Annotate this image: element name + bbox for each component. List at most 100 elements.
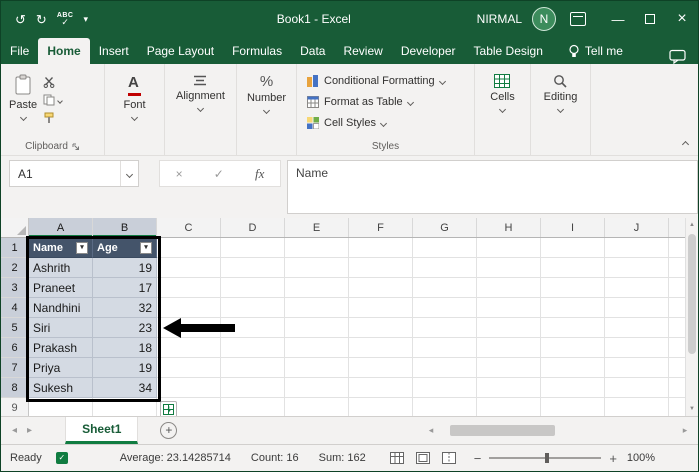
cell-d4[interactable]	[221, 298, 285, 318]
row-header-8[interactable]: 8	[1, 378, 29, 398]
cell-g7[interactable]	[413, 358, 477, 378]
cell-b2[interactable]: 19	[93, 258, 157, 278]
filter-button[interactable]: ▾	[76, 241, 88, 254]
ribbon-display-options-icon[interactable]	[570, 12, 586, 26]
tab-developer[interactable]: Developer	[392, 38, 465, 64]
horizontal-scrollbar[interactable]: ◂ ▸	[424, 422, 692, 438]
editing-dropdown-icon[interactable]	[556, 105, 565, 114]
cell-h8[interactable]	[477, 378, 541, 398]
cell-e2[interactable]	[285, 258, 349, 278]
cell-j5[interactable]	[605, 318, 669, 338]
cell-f8[interactable]	[349, 378, 413, 398]
row-header-5[interactable]: 5	[1, 318, 29, 338]
clipboard-dialog-launcher-icon[interactable]	[72, 143, 80, 151]
cell-g3[interactable]	[413, 278, 477, 298]
page-layout-view-icon[interactable]	[415, 452, 430, 464]
tab-insert[interactable]: Insert	[90, 38, 138, 64]
cell-j7[interactable]	[605, 358, 669, 378]
cell-h4[interactable]	[477, 298, 541, 318]
cell-a9[interactable]	[29, 398, 93, 416]
page-break-view-icon[interactable]	[441, 452, 456, 464]
conditional-formatting-button[interactable]: Conditional Formatting	[307, 70, 446, 91]
cell-f7[interactable]	[349, 358, 413, 378]
scroll-left-icon[interactable]: ◂	[424, 425, 438, 436]
number-group[interactable]: % Number	[237, 64, 297, 155]
cell-h5[interactable]	[477, 318, 541, 338]
cell-b3[interactable]: 17	[93, 278, 157, 298]
filter-button[interactable]: ▾	[140, 241, 152, 254]
cell-j6[interactable]	[605, 338, 669, 358]
sheet-nav-left-icon[interactable]: ◂	[7, 425, 22, 436]
tab-file[interactable]: File	[1, 38, 38, 64]
scroll-right-icon[interactable]: ▸	[678, 425, 692, 436]
cell-j9[interactable]	[605, 398, 669, 416]
cell-f1[interactable]	[349, 238, 413, 258]
cell-h7[interactable]	[477, 358, 541, 378]
tab-data[interactable]: Data	[291, 38, 334, 64]
cell-i8[interactable]	[541, 378, 605, 398]
column-header-a[interactable]: A	[29, 218, 93, 237]
editing-group[interactable]: Editing	[531, 64, 591, 155]
horizontal-scroll-track[interactable]	[438, 424, 678, 436]
cell-i4[interactable]	[541, 298, 605, 318]
cell-e5[interactable]	[285, 318, 349, 338]
row-header-2[interactable]: 2	[1, 258, 29, 278]
cell-h2[interactable]	[477, 258, 541, 278]
paste-button[interactable]: Paste	[9, 70, 37, 122]
cell-c1[interactable]	[157, 238, 221, 258]
tab-formulas[interactable]: Formulas	[223, 38, 291, 64]
cell-c2[interactable]	[157, 258, 221, 278]
tab-page-layout[interactable]: Page Layout	[138, 38, 223, 64]
close-button[interactable]: ×	[666, 1, 698, 37]
sheet-nav-right-icon[interactable]: ▸	[22, 425, 37, 436]
cell-h6[interactable]	[477, 338, 541, 358]
column-header-d[interactable]: D	[221, 218, 285, 237]
cells-dropdown-icon[interactable]	[498, 105, 507, 114]
cell-a4[interactable]: Nandhini	[29, 298, 93, 318]
comments-icon[interactable]	[669, 49, 686, 64]
column-header-i[interactable]: I	[541, 218, 605, 237]
tab-table-design[interactable]: Table Design	[465, 38, 552, 64]
format-painter-icon[interactable]	[43, 112, 62, 124]
cell-j1[interactable]	[605, 238, 669, 258]
enter-icon[interactable]: ✓	[214, 167, 224, 181]
cell-a5[interactable]: Siri	[29, 318, 93, 338]
normal-view-icon[interactable]	[389, 452, 404, 464]
number-dropdown-icon[interactable]	[262, 106, 271, 115]
cell-i2[interactable]	[541, 258, 605, 278]
redo-icon[interactable]: ↻	[36, 13, 47, 26]
cell-g5[interactable]	[413, 318, 477, 338]
cell-e1[interactable]	[285, 238, 349, 258]
cell-h1[interactable]	[477, 238, 541, 258]
column-header-c[interactable]: C	[157, 218, 221, 237]
scroll-up-icon[interactable]: ▲	[686, 218, 698, 232]
tab-review[interactable]: Review	[334, 38, 391, 64]
cell-g1[interactable]	[413, 238, 477, 258]
alignment-group[interactable]: Alignment	[165, 64, 237, 155]
cell-b4[interactable]: 32	[93, 298, 157, 318]
sheet-tab-sheet1[interactable]: Sheet1	[65, 417, 139, 444]
cell-b9[interactable]	[93, 398, 157, 416]
cell-f5[interactable]	[349, 318, 413, 338]
cell-d6[interactable]	[221, 338, 285, 358]
font-group[interactable]: A Font	[105, 64, 165, 155]
cell-a2[interactable]: Ashrith	[29, 258, 93, 278]
paste-dropdown-icon[interactable]	[19, 113, 27, 122]
name-box[interactable]: A1	[9, 160, 139, 187]
cell-b8[interactable]: 34	[93, 378, 157, 398]
cell-i7[interactable]	[541, 358, 605, 378]
accessibility-icon[interactable]: ✓	[55, 452, 68, 464]
cell-g9[interactable]	[413, 398, 477, 416]
horizontal-scroll-thumb[interactable]	[450, 424, 555, 436]
cell-a8[interactable]: Sukesh	[29, 378, 93, 398]
cell-a6[interactable]: Prakash	[29, 338, 93, 358]
name-box-dropdown-icon[interactable]	[120, 161, 138, 186]
zoom-in-icon[interactable]: +	[609, 451, 617, 466]
font-dropdown-icon[interactable]	[130, 113, 139, 122]
cell-d7[interactable]	[221, 358, 285, 378]
collapse-ribbon-icon[interactable]	[681, 140, 690, 149]
cell-i3[interactable]	[541, 278, 605, 298]
cell-b1[interactable]: Age ▾	[93, 238, 157, 258]
cell-a7[interactable]: Priya	[29, 358, 93, 378]
cell-styles-button[interactable]: Cell Styles	[307, 112, 388, 133]
